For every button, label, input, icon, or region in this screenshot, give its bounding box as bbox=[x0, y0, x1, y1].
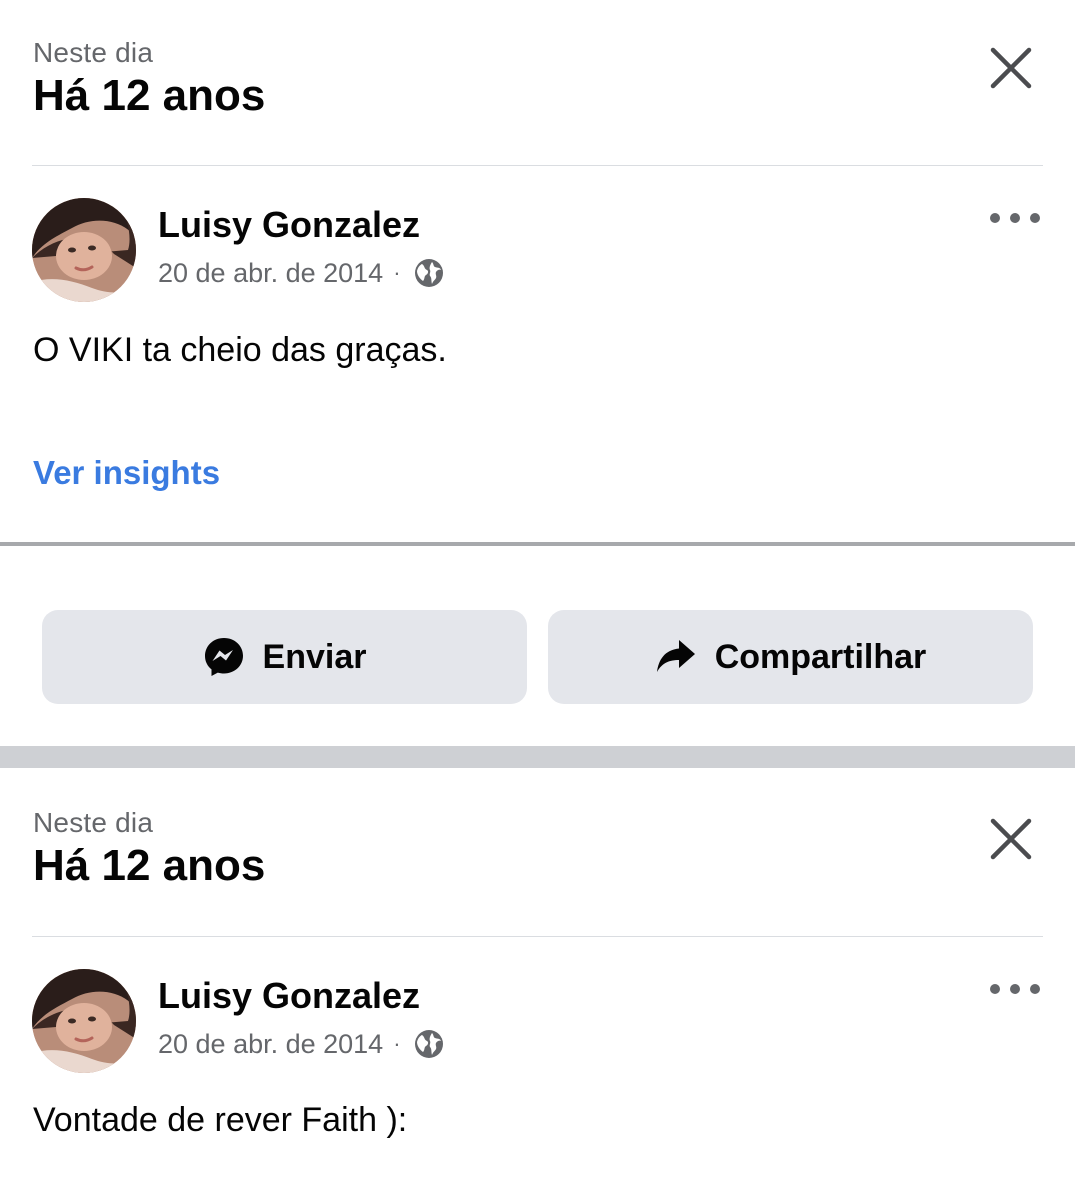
memory-eyebrow: Neste dia bbox=[33, 807, 154, 838]
header-divider bbox=[32, 936, 1043, 937]
feed-separator bbox=[0, 746, 1075, 768]
avatar-photo bbox=[32, 198, 136, 302]
author-name[interactable]: Luisy Gonzalez bbox=[158, 975, 420, 1017]
more-dots-icon bbox=[990, 213, 1040, 223]
post-header: Luisy Gonzalez 20 de abr. de 2014 · bbox=[32, 198, 1043, 304]
memory-header: Neste dia Há 12 anos bbox=[33, 36, 265, 122]
close-icon bbox=[990, 47, 1032, 89]
header-divider bbox=[32, 165, 1043, 166]
send-label: Enviar bbox=[262, 638, 367, 676]
post-meta: 20 de abr. de 2014 · bbox=[158, 1027, 445, 1061]
post-text: Vontade de rever Faith ): bbox=[33, 1101, 408, 1139]
messenger-icon bbox=[204, 638, 243, 676]
memory-title: Há 12 anos bbox=[33, 841, 266, 890]
post-header: Luisy Gonzalez 20 de abr. de 2014 · bbox=[32, 969, 1043, 1075]
globe-icon bbox=[414, 1030, 443, 1058]
post-date[interactable]: 20 de abr. de 2014 bbox=[158, 1027, 383, 1061]
memory-actions: Enviar Compartilhar bbox=[0, 546, 1075, 746]
avatar[interactable] bbox=[32, 198, 136, 302]
close-button[interactable] bbox=[987, 44, 1035, 92]
globe-icon bbox=[414, 259, 443, 287]
share-label: Compartilhar bbox=[714, 638, 927, 676]
memory-header: Neste dia Há 12 anos bbox=[33, 806, 265, 892]
post-meta: 20 de abr. de 2014 · bbox=[158, 256, 445, 290]
memory-eyebrow: Neste dia bbox=[33, 37, 154, 68]
close-button[interactable] bbox=[987, 815, 1035, 863]
send-button[interactable]: Enviar bbox=[42, 610, 527, 704]
more-options-button[interactable] bbox=[987, 977, 1043, 1001]
avatar-photo bbox=[32, 969, 136, 1073]
author-name[interactable]: Luisy Gonzalez bbox=[158, 204, 420, 246]
meta-separator: · bbox=[393, 260, 401, 285]
memory-title: Há 12 anos bbox=[33, 71, 266, 120]
view-insights-link[interactable]: Ver insights bbox=[33, 452, 220, 494]
avatar[interactable] bbox=[32, 969, 136, 1073]
post-text: O VIKI ta cheio das graças. bbox=[33, 331, 447, 369]
page: Neste dia Há 12 anos Luisy Gonzalez 20 d… bbox=[0, 0, 1075, 1200]
meta-separator: · bbox=[393, 1031, 401, 1056]
memory-card: Neste dia Há 12 anos Luisy Gonzalez 20 d… bbox=[0, 0, 1075, 542]
more-options-button[interactable] bbox=[987, 206, 1043, 230]
post-date[interactable]: 20 de abr. de 2014 bbox=[158, 256, 383, 290]
memory-card: Neste dia Há 12 anos Luisy Gonzalez 20 d… bbox=[0, 768, 1075, 1200]
close-icon bbox=[990, 818, 1032, 860]
share-button[interactable]: Compartilhar bbox=[548, 610, 1033, 704]
share-arrow-icon bbox=[656, 640, 695, 672]
more-dots-icon bbox=[990, 984, 1040, 994]
